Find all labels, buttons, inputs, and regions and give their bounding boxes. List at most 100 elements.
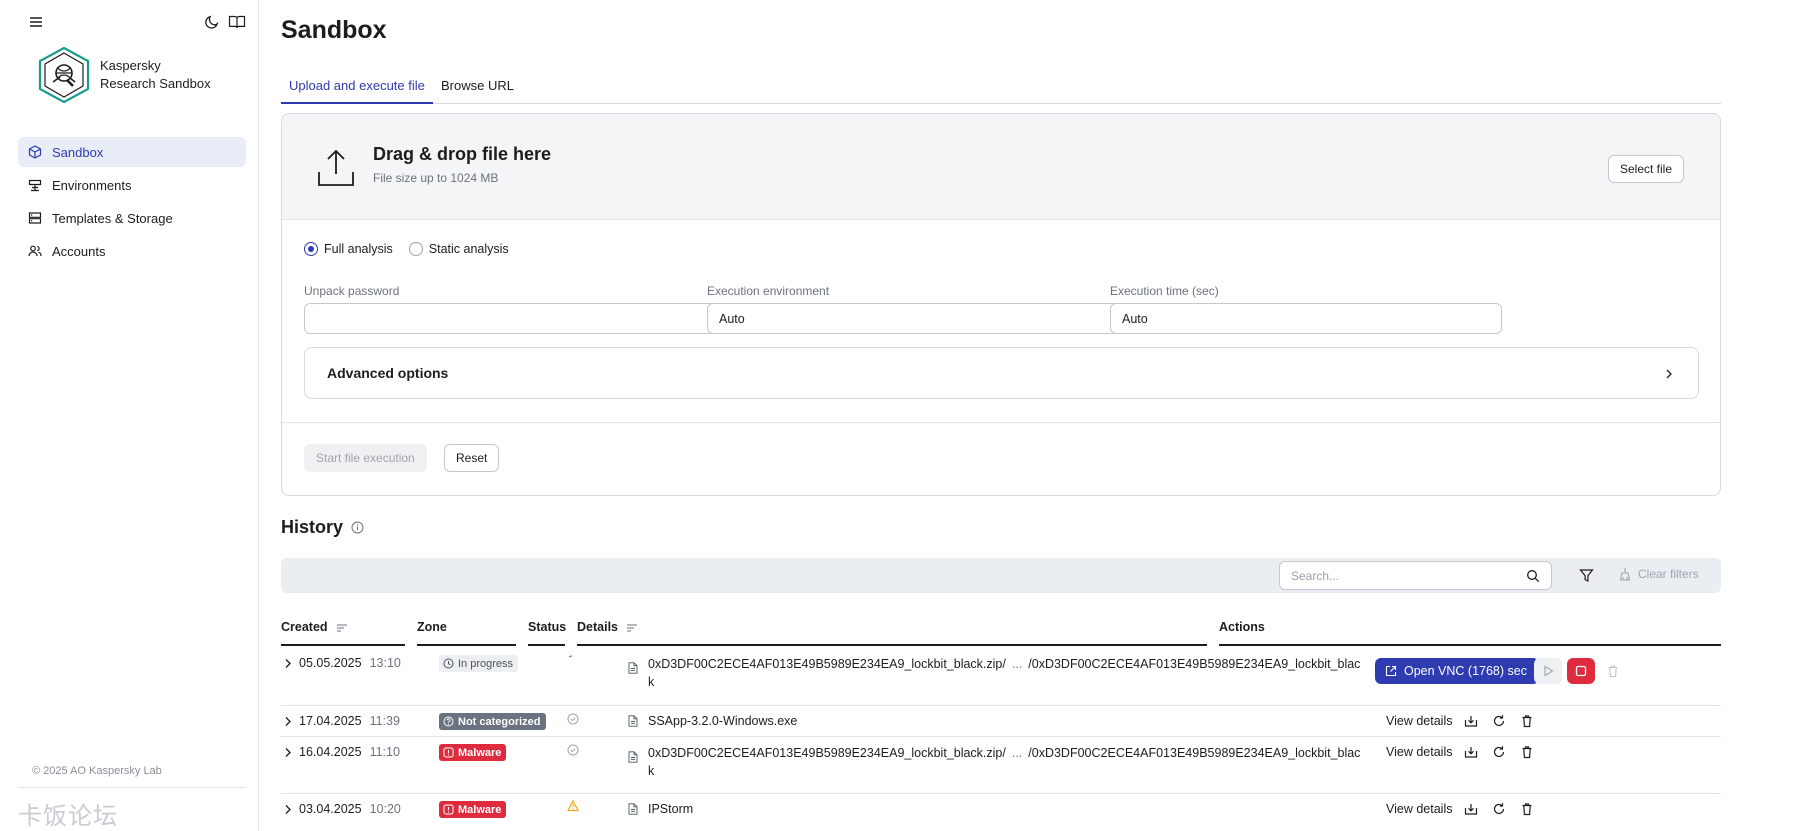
menu-icon[interactable] [28,14,44,30]
tab-upload-execute-file[interactable]: Upload and execute file [281,72,433,104]
play-icon [1544,665,1554,677]
unpack-password-input[interactable] [304,303,762,334]
execution-environment-select[interactable]: Auto [707,303,1165,334]
sidebar-item-environments[interactable]: Environments [18,170,246,200]
kaspersky-logo [38,46,90,104]
start-file-execution-button[interactable]: Start file execution [304,444,427,472]
watermark: 卡饭论坛 [18,802,118,830]
radio-dot [304,242,318,256]
upload-card: Drag & drop file here File size up to 10… [281,113,1721,496]
refresh-icon[interactable] [1492,745,1506,759]
sidebar-item-accounts[interactable]: Accounts [18,236,246,266]
reset-button[interactable]: Reset [444,444,500,472]
file-icon [628,751,638,763]
refresh-icon[interactable] [1492,802,1506,816]
chevron-right-icon[interactable] [284,804,292,815]
stop-icon [1575,665,1587,677]
file-icon [628,715,638,727]
table-row[interactable]: 16.04.2025 11:10 Malware 0xD3DF00C2ECE4AF… [281,737,1721,794]
refresh-icon[interactable] [1492,714,1506,728]
sidebar-item-templates-storage[interactable]: Templates & Storage [18,203,246,233]
sidebar-item-label: Templates & Storage [52,210,173,226]
question-icon [443,716,454,727]
details-path: /0xD3DF00C2ECE4AF013E49B5989E234EA9_lock… [1028,657,1361,671]
moon-icon[interactable] [203,13,221,31]
trash-icon[interactable] [1520,802,1534,816]
details-ellipsis: ... [1011,746,1023,760]
static-analysis-radio[interactable]: Static analysis [408,242,509,256]
radio-dot [408,242,423,256]
view-details-link[interactable]: View details [1386,714,1452,728]
run-button[interactable] [1534,658,1562,684]
filter-icon[interactable] [1579,568,1594,583]
sidebar: Kaspersky Research Sandbox Sandbox Envir… [0,0,259,831]
sort-icon[interactable] [626,623,638,633]
view-details-link[interactable]: View details [1386,802,1452,816]
tab-bar: Upload and execute file Browse URL [281,72,1721,104]
zone-badge-in-progress: In progress [439,655,519,672]
book-icon[interactable] [228,14,246,30]
column-created[interactable]: Created [281,620,405,646]
search-input[interactable]: Search... [1279,561,1552,590]
details-filename: SSApp-3.2.0-Windows.exe [648,714,798,728]
environments-icon [28,179,42,192]
created-cell: 03.04.2025 10:20 [299,802,401,816]
column-details[interactable]: Details [577,620,1207,646]
chevron-right-icon[interactable] [284,716,292,727]
created-time: 13:10 [369,656,401,670]
zone-label: Malware [458,746,502,759]
details-filename: IPStorm [648,802,694,816]
trash-icon[interactable] [1520,745,1534,759]
trash-icon[interactable] [1520,714,1534,728]
drop-zone[interactable]: Drag & drop file here File size up to 10… [282,114,1720,220]
column-label: Actions [1219,620,1265,634]
details-cell: 0xD3DF00C2ECE4AF013E49B5989E234EA9_lockb… [648,744,1360,780]
info-icon[interactable] [351,521,364,534]
table-row[interactable]: 05.05.2025 13:10 In progress 0xD3DF00C2EC… [281,648,1721,706]
sidebar-item-sandbox[interactable]: Sandbox [18,137,246,167]
check-circle-icon [567,713,579,725]
tab-browse-url[interactable]: Browse URL [433,72,522,104]
search-icon [1527,570,1540,583]
sidebar-item-label: Sandbox [52,144,104,160]
full-analysis-radio[interactable]: Full analysis [304,242,393,256]
details-filename: 0xD3DF00C2ECE4AF013E49B5989E234EA9_lockb… [648,657,1006,671]
trash-icon[interactable] [1606,664,1620,678]
sidebar-item-label: Accounts [52,243,106,259]
details-cell: 0xD3DF00C2ECE4AF013E49B5989E234EA9_lockb… [648,655,1360,691]
sort-icon[interactable] [336,623,348,633]
drop-zone-title: Drag & drop file here [373,144,552,164]
storage-icon [28,212,42,224]
column-label: Status [528,620,567,634]
chevron-right-icon[interactable] [284,658,292,669]
execution-time-input[interactable]: Auto [1110,303,1502,334]
table-row[interactable]: 17.04.2025 11:39 Not categorized SSApp-3.… [281,706,1721,737]
zone-label: Not categorized [458,715,541,728]
download-icon[interactable] [1464,802,1478,816]
download-icon[interactable] [1464,745,1478,759]
view-details-link[interactable]: View details [1386,745,1452,759]
created-cell: 05.05.2025 13:10 [299,656,401,670]
advanced-options-toggle[interactable]: Advanced options [304,347,1699,399]
clear-filters-button[interactable]: Clear filters [1619,567,1699,581]
alert-icon [443,804,454,815]
created-time: 11:39 [369,714,400,728]
warning-icon [567,800,579,812]
details-overflow: k [648,675,655,689]
sidebar-divider [18,787,246,788]
chevron-right-icon[interactable] [284,747,292,758]
details-path: /0xD3DF00C2ECE4AF013E49B5989E234EA9_lock… [1028,746,1361,760]
created-date: 17.04.2025 [299,714,362,728]
card-footer-divider [282,422,1720,423]
table-row[interactable]: 03.04.2025 10:20 Malware IPStorm View det… [281,794,1721,831]
select-file-button[interactable]: Select file [1608,155,1685,183]
stop-button[interactable] [1567,658,1595,684]
clock-icon [443,658,454,669]
open-vnc-label: Open VNC (1768) sec [1404,664,1527,678]
download-icon[interactable] [1464,714,1478,728]
file-icon [628,803,638,815]
open-vnc-button[interactable]: Open VNC (1768) sec [1375,658,1539,684]
analysis-type-group: Full analysis Static analysis [304,242,525,256]
created-date: 05.05.2025 [299,656,362,670]
created-date: 16.04.2025 [299,745,362,759]
